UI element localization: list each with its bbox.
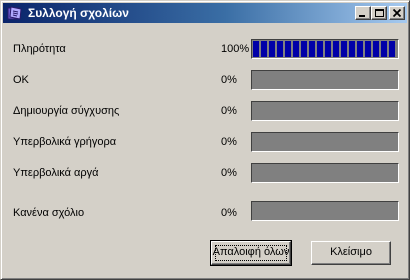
maximize-icon bbox=[375, 9, 384, 17]
clear-all-button[interactable]: Απαλοιφή όλων bbox=[210, 240, 292, 266]
row-percent-no-comment: 0% bbox=[221, 207, 237, 219]
close-button[interactable] bbox=[389, 6, 405, 20]
app-icon bbox=[7, 5, 23, 21]
progress-bar-too-fast bbox=[251, 132, 399, 152]
progress-fill bbox=[253, 41, 397, 57]
minimize-icon bbox=[359, 15, 365, 17]
row-label-too-fast: Υπερβολικά γρήγορα bbox=[13, 136, 117, 148]
progress-bar-ok bbox=[251, 70, 399, 90]
progress-bar-too-slow bbox=[251, 163, 399, 183]
close-dialog-button-label: Κλείσιμο bbox=[330, 246, 372, 258]
row-percent-ok: 0% bbox=[221, 74, 237, 86]
row-label-ok: OK bbox=[13, 74, 29, 86]
progress-bar-completeness bbox=[251, 39, 399, 59]
row-label-too-slow: Υπερβολικά αργά bbox=[13, 167, 99, 179]
maximize-button[interactable] bbox=[371, 6, 387, 20]
feedback-dialog: Συλλογή σχολίων Πληρότητα 100% OK 0% Δημ… bbox=[0, 0, 410, 280]
close-dialog-button[interactable]: Κλείσιμο bbox=[311, 241, 391, 265]
close-icon bbox=[392, 8, 402, 18]
row-percent-completeness: 100% bbox=[221, 43, 250, 55]
clear-all-button-label: Απαλοιφή όλων bbox=[212, 246, 290, 258]
progress-bar-no-comment bbox=[251, 201, 399, 221]
window-title: Συλλογή σχολίων bbox=[28, 6, 129, 20]
title-bar[interactable]: Συλλογή σχολίων bbox=[3, 3, 407, 23]
row-label-confusing: Δημιουργία σύγχυσης bbox=[13, 105, 120, 117]
minimize-button[interactable] bbox=[355, 6, 371, 20]
row-percent-confusing: 0% bbox=[221, 105, 237, 117]
progress-bar-confusing bbox=[251, 101, 399, 121]
row-percent-too-fast: 0% bbox=[221, 136, 237, 148]
row-label-completeness: Πληρότητα bbox=[13, 43, 66, 55]
row-percent-too-slow: 0% bbox=[221, 167, 237, 179]
row-label-no-comment: Κανένα σχόλιο bbox=[13, 207, 85, 219]
